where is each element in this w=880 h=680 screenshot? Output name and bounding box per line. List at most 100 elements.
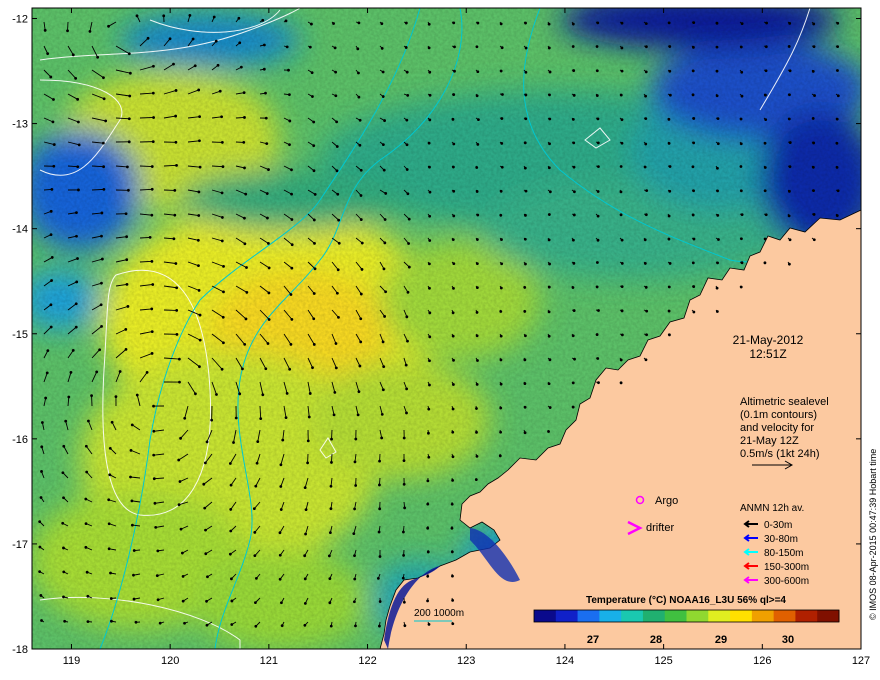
velocity-arrow-head [150,187,154,191]
velocity-arrow-head [428,70,432,74]
alt-line-3: and velocity for [740,422,814,434]
velocity-arrow-head [476,359,479,362]
velocity-arrow-head [197,288,201,292]
velocity-arrow-head [812,213,816,216]
velocity-arrow-head [404,21,408,25]
velocity-arrow-head [290,243,294,247]
velocity-arrow-head [193,64,197,68]
velocity-arrow-head [644,117,648,121]
velocity-arrow-head [245,291,249,294]
velocity-arrow-head [313,242,316,245]
colorbar-swatch [621,610,644,622]
velocity-arrow-head [102,97,106,101]
velocity-arrow-head [307,415,311,419]
velocity-arrow-head [238,41,242,45]
velocity-arrow-head [691,165,695,169]
velocity-arrow-head [38,570,42,574]
velocity-arrow-head [428,93,432,97]
velocity-arrow-head [222,290,225,294]
velocity-arrow-head [178,380,181,384]
velocity-arrow-head [243,166,246,170]
velocity-arrow-head [547,310,551,314]
velocity-arrow-head [717,238,720,241]
velocity-arrow-head [836,21,840,25]
velocity-arrow-head [426,574,430,578]
velocity-arrow-head [620,21,624,25]
velocity-arrow-head [427,622,431,626]
velocity-arrow-head [382,267,386,271]
velocity-arrow-head [265,142,269,146]
lat-tick-label: -13 [12,119,28,131]
velocity-arrow-head [573,357,576,361]
velocity-arrow-head [547,22,551,26]
velocity-arrow-head [764,213,768,217]
velocity-arrow-head [69,370,73,374]
velocity-arrow-head [76,120,80,124]
alt-line-5: 0.5m/s (1kt 24h) [740,448,819,460]
velocity-arrow-head [405,411,408,415]
velocity-arrow-head [128,94,132,98]
velocity-arrow-head [175,309,179,312]
velocity-arrow-head [500,141,504,145]
velocity-arrow-head [475,382,479,386]
velocity-arrow-head [135,393,139,397]
velocity-arrow-head [174,89,178,92]
velocity-arrow-head [571,22,575,26]
velocity-arrow-head [100,257,104,261]
velocity-arrow-head [175,163,178,167]
velocity-arrow-head [405,387,409,391]
colorbar-swatch [642,610,666,622]
velocity-arrow-head [100,211,104,215]
velocity-arrow-head [548,262,551,266]
velocity-arrow-head [77,188,80,192]
velocity-arrow-head [547,213,551,216]
velocity-arrow-head [691,69,695,73]
velocity-arrow-head [692,285,696,288]
date-label: 21-May-2012 [733,333,804,347]
velocity-arrow-head [129,475,132,479]
velocity-arrow-head [330,461,333,464]
velocity-arrow-head [278,553,282,557]
velocity-arrow-head [332,22,335,25]
velocity-arrow-head [334,366,338,370]
velocity-arrow-head [303,486,307,490]
velocity-arrow-head [242,140,246,144]
velocity-arrow-head [739,165,743,168]
velocity-arrow-head [150,213,154,217]
velocity-arrow-head [125,165,129,169]
velocity-arrow-head [49,325,53,329]
velocity-arrow-head [451,622,455,626]
lat-tick-label: -12 [12,14,28,26]
velocity-arrow-head [118,370,122,373]
velocity-arrow-head [127,117,131,121]
velocity-arrow-head [428,359,431,363]
velocity-arrow-head [232,441,235,444]
velocity-arrow-head [620,46,624,50]
velocity-arrow-head [284,416,288,419]
velocity-arrow-head [452,262,456,266]
velocity-arrow-head [524,334,527,338]
velocity-arrow-head [146,36,150,40]
velocity-arrow-head [130,499,134,503]
velocity-arrow-head [501,93,504,96]
velocity-arrow-head [572,69,576,72]
velocity-arrow-head [354,437,358,441]
velocity-arrow-head [88,29,92,33]
velocity-arrow-head [499,189,503,193]
velocity-arrow-head [312,120,316,124]
velocity-arrow-head [328,577,332,581]
velocity-arrow-head [96,55,100,59]
velocity-arrow-head [812,189,815,193]
velocity-arrow-head [335,145,339,148]
velocity-arrow-head [716,214,720,217]
velocity-arrow-head [475,238,479,241]
velocity-arrow-head [384,192,388,195]
velocity-arrow-head [547,430,550,433]
velocity-arrow-head [715,94,719,98]
velocity-arrow-head [523,166,527,170]
velocity-arrow-head [336,192,340,196]
velocity-arrow-head [740,70,744,74]
velocity-arrow-head [359,340,363,344]
velocity-arrow-head [148,235,152,239]
velocity-arrow-head [312,292,316,295]
